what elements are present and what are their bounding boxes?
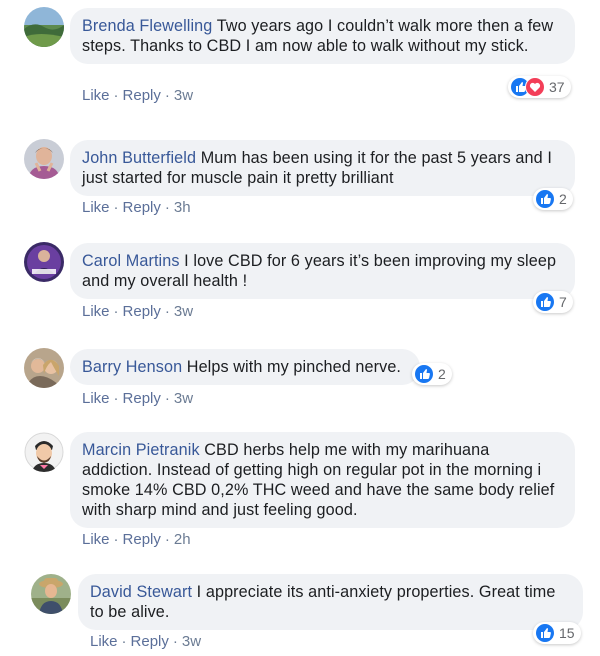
separator-dot: · bbox=[121, 633, 127, 650]
love-icon bbox=[525, 77, 545, 97]
like-icon bbox=[535, 189, 555, 209]
separator-dot: · bbox=[113, 390, 119, 407]
reaction-summary[interactable]: 37 bbox=[508, 76, 571, 98]
reply-link[interactable]: Reply bbox=[123, 390, 161, 407]
comment-bubble: Carol Martins I love CBD for 6 years it’… bbox=[70, 243, 575, 299]
avatar[interactable] bbox=[24, 139, 64, 179]
like-icon bbox=[414, 364, 434, 384]
author-name[interactable]: David Stewart bbox=[90, 583, 192, 601]
comment: John Butterfield Mum has been using it f… bbox=[0, 130, 600, 225]
like-link[interactable]: Like bbox=[90, 633, 118, 650]
comment-actions: Like · Reply · 2h bbox=[82, 531, 191, 548]
reply-link[interactable]: Reply bbox=[123, 87, 161, 104]
reply-link[interactable]: Reply bbox=[131, 633, 169, 650]
like-link[interactable]: Like bbox=[82, 303, 110, 320]
comment-bubble: David Stewart I appreciate its anti-anxi… bbox=[78, 574, 583, 630]
reaction-summary[interactable]: 2 bbox=[533, 188, 573, 210]
reply-link[interactable]: Reply bbox=[123, 199, 161, 216]
comment: Brenda Flewelling Two years ago I couldn… bbox=[0, 0, 600, 110]
reaction-count: 2 bbox=[438, 366, 446, 382]
comment-bubble: Barry Henson Helps with my pinched nerve… bbox=[70, 349, 420, 385]
avatar[interactable] bbox=[31, 574, 71, 614]
author-name[interactable]: Carol Martins bbox=[82, 252, 180, 270]
comment-actions: Like · Reply · 3h bbox=[82, 199, 191, 216]
reaction-count: 37 bbox=[549, 79, 565, 95]
separator-dot: · bbox=[113, 531, 119, 548]
comment-timestamp[interactable]: 3w bbox=[182, 633, 201, 650]
reaction-summary[interactable]: 7 bbox=[533, 291, 573, 313]
comment-bubble: Marcin Pietranik CBD herbs help me with … bbox=[70, 432, 575, 528]
comment: Carol Martins I love CBD for 6 years it’… bbox=[0, 234, 600, 329]
reply-link[interactable]: Reply bbox=[123, 303, 161, 320]
separator-dot: · bbox=[164, 303, 170, 320]
comment: Marcin Pietranik CBD herbs help me with … bbox=[0, 423, 600, 558]
reaction-count: 15 bbox=[559, 625, 575, 641]
reaction-summary[interactable]: 15 bbox=[533, 622, 581, 644]
comment: Barry Henson Helps with my pinched nerve… bbox=[0, 340, 600, 415]
comment-timestamp[interactable]: 3h bbox=[174, 199, 191, 216]
author-name[interactable]: Barry Henson bbox=[82, 358, 182, 376]
avatar[interactable] bbox=[24, 242, 64, 282]
comment-actions: Like · Reply · 3w bbox=[90, 633, 201, 650]
comment-actions: Like · Reply · 3w bbox=[82, 390, 193, 407]
comment-text: Helps with my pinched nerve. bbox=[186, 358, 402, 376]
separator-dot: · bbox=[164, 531, 170, 548]
avatar[interactable] bbox=[24, 7, 64, 47]
separator-dot: · bbox=[172, 633, 178, 650]
comment-bubble: Brenda Flewelling Two years ago I couldn… bbox=[70, 8, 575, 64]
separator-dot: · bbox=[113, 303, 119, 320]
comment-bubble: John Butterfield Mum has been using it f… bbox=[70, 140, 575, 196]
comment-timestamp[interactable]: 3w bbox=[174, 87, 193, 104]
like-link[interactable]: Like bbox=[82, 87, 110, 104]
like-icon bbox=[535, 292, 555, 312]
reaction-summary[interactable]: 2 bbox=[412, 363, 452, 385]
separator-dot: · bbox=[113, 87, 119, 104]
separator-dot: · bbox=[113, 199, 119, 216]
like-link[interactable]: Like bbox=[82, 199, 110, 216]
comment-actions: Like · Reply · 3w bbox=[82, 303, 193, 320]
author-name[interactable]: Brenda Flewelling bbox=[82, 17, 212, 35]
author-name[interactable]: John Butterfield bbox=[82, 149, 196, 167]
avatar[interactable] bbox=[24, 432, 64, 472]
comment-timestamp[interactable]: 3w bbox=[174, 390, 193, 407]
like-icon bbox=[535, 623, 555, 643]
comment: David Stewart I appreciate its anti-anxi… bbox=[0, 563, 600, 656]
avatar[interactable] bbox=[24, 348, 64, 388]
author-name[interactable]: Marcin Pietranik bbox=[82, 441, 200, 459]
like-link[interactable]: Like bbox=[82, 390, 110, 407]
like-link[interactable]: Like bbox=[82, 531, 110, 548]
separator-dot: · bbox=[164, 390, 170, 407]
comment-actions: Like · Reply · 3w bbox=[82, 87, 193, 104]
reply-link[interactable]: Reply bbox=[123, 531, 161, 548]
separator-dot: · bbox=[164, 199, 170, 216]
comment-timestamp[interactable]: 2h bbox=[174, 531, 191, 548]
separator-dot: · bbox=[164, 87, 170, 104]
reaction-count: 7 bbox=[559, 294, 567, 310]
comment-timestamp[interactable]: 3w bbox=[174, 303, 193, 320]
reaction-count: 2 bbox=[559, 191, 567, 207]
